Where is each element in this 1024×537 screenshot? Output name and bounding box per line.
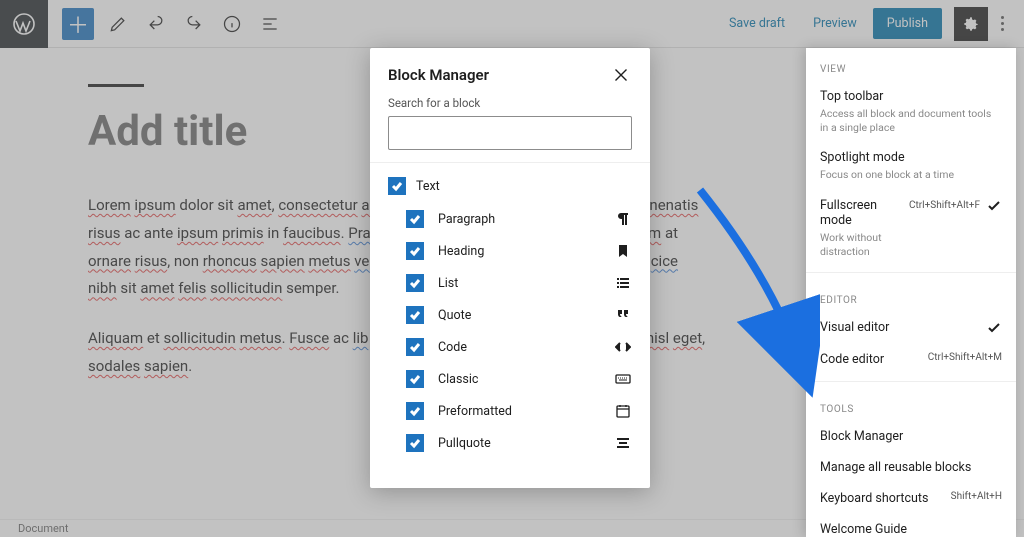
options-section-editor: EDITOR — [806, 279, 1016, 312]
block-row-pullquote[interactable]: Pullquote — [370, 427, 650, 459]
option-fullscreen-mode[interactable]: Fullscreen modeWork without distraction … — [806, 190, 1016, 266]
block-search-input[interactable] — [388, 116, 632, 150]
option-reusable-blocks[interactable]: Manage all reusable blocks — [806, 452, 1016, 483]
block-label: Paragraph — [438, 212, 495, 227]
list-icon — [614, 274, 632, 292]
checkbox-icon[interactable] — [388, 177, 406, 195]
options-section-view: VIEW — [806, 48, 1016, 81]
checkbox-icon[interactable] — [406, 306, 424, 324]
block-label: List — [438, 276, 458, 291]
checkbox-icon[interactable] — [406, 274, 424, 292]
bookmark-icon — [614, 242, 632, 260]
block-label: Preformatted — [438, 404, 512, 419]
modal-title: Block Manager — [388, 66, 489, 84]
block-label: Pullquote — [438, 436, 491, 451]
option-keyboard-shortcuts[interactable]: Keyboard shortcutsShift+Alt+H — [806, 483, 1016, 514]
block-label: Heading — [438, 244, 484, 259]
option-visual-editor[interactable]: Visual editor — [806, 312, 1016, 344]
block-row-paragraph[interactable]: Paragraph — [370, 203, 650, 235]
keyboard-icon — [614, 370, 632, 388]
pilcrow-icon — [614, 210, 632, 228]
block-row-preformatted[interactable]: Preformatted — [370, 395, 650, 427]
checkbox-icon[interactable] — [406, 338, 424, 356]
search-label: Search for a block — [370, 96, 650, 116]
options-dropdown: VIEW Top toolbarAccess all block and doc… — [806, 48, 1016, 537]
check-icon — [986, 198, 1002, 214]
block-row-code[interactable]: Code — [370, 331, 650, 363]
block-label: Code — [438, 340, 467, 355]
block-label: Classic — [438, 372, 478, 387]
block-row-list[interactable]: List — [370, 267, 650, 299]
checkbox-icon[interactable] — [406, 434, 424, 452]
options-section-tools: TOOLS — [806, 388, 1016, 421]
option-top-toolbar[interactable]: Top toolbarAccess all block and document… — [806, 81, 1016, 142]
option-spotlight-mode[interactable]: Spotlight modeFocus on one block at a ti… — [806, 142, 1016, 190]
option-welcome-guide[interactable]: Welcome Guide — [806, 514, 1016, 537]
check-icon — [986, 320, 1002, 336]
pullquote-icon — [614, 434, 632, 452]
block-label: Quote — [438, 308, 471, 323]
checkbox-icon[interactable] — [406, 210, 424, 228]
checkbox-icon[interactable] — [406, 370, 424, 388]
checkbox-icon[interactable] — [406, 402, 424, 420]
block-manager-modal: Block Manager Search for a block Text Pa… — [370, 48, 650, 488]
checkbox-icon[interactable] — [406, 242, 424, 260]
option-block-manager[interactable]: Block Manager — [806, 421, 1016, 452]
block-row-heading[interactable]: Heading — [370, 235, 650, 267]
calendar-icon — [614, 402, 632, 420]
option-code-editor[interactable]: Code editor Ctrl+Shift+Alt+M — [806, 344, 1016, 375]
block-row-classic[interactable]: Classic — [370, 363, 650, 395]
block-category-text[interactable]: Text — [370, 173, 650, 203]
code-icon — [614, 338, 632, 356]
block-row-quote[interactable]: Quote — [370, 299, 650, 331]
block-list[interactable]: Text Paragraph Heading List Quote Code Classi… — [370, 162, 650, 488]
close-button[interactable] — [610, 64, 632, 86]
quote-icon — [614, 306, 632, 324]
